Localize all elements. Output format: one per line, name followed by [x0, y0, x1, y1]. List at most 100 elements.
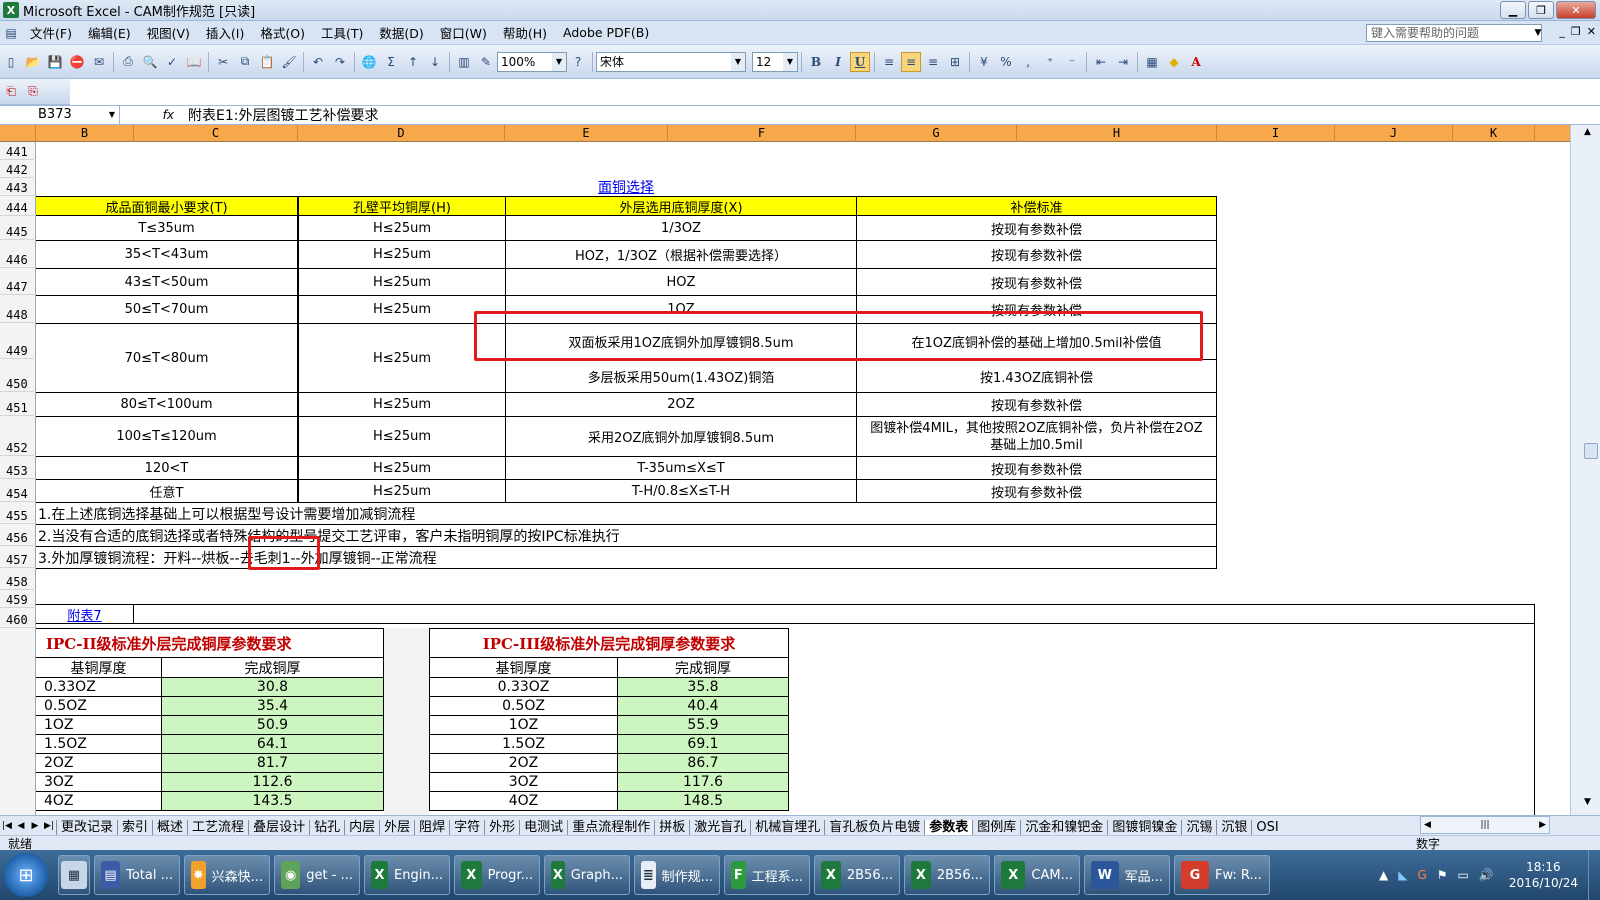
chevron-down-icon[interactable]: ▼	[783, 52, 797, 71]
increase-decimal-icon[interactable]: ⁺	[1040, 52, 1060, 72]
table-cell[interactable]: 1OZ	[505, 295, 857, 324]
table-cell[interactable]: 80≤T<100um	[36, 392, 298, 417]
ipc3-base-copper-cell[interactable]: 3OZ	[429, 772, 618, 792]
menu-format[interactable]: 格式(O)	[252, 23, 313, 42]
ipc3-finished-copper-cell[interactable]: 148.5	[617, 791, 789, 811]
taskbar-item[interactable]: G Fw: R...	[1174, 855, 1270, 895]
ipc3-base-copper-cell[interactable]: 4OZ	[429, 791, 618, 811]
underline-icon[interactable]: U	[850, 51, 870, 72]
sheet-tab[interactable]: 钻孔	[309, 820, 345, 835]
taskbar-item[interactable]: ▤ Total ...	[94, 855, 180, 895]
ipc2-base-copper-cell[interactable]: 2OZ	[36, 753, 162, 773]
ipc2-base-copper-cell[interactable]: 0.33OZ	[36, 677, 162, 697]
note-line[interactable]: 2.当没有合适的底铜选择或者特殊结构的型号提交工艺评审，客户未指明铜厚的按IPC…	[36, 524, 1217, 547]
row-header[interactable]: 456	[0, 524, 36, 546]
table-cell[interactable]: H≤25um	[298, 456, 506, 480]
taskbar-item[interactable]: X Engin...	[364, 855, 450, 895]
menu-edit[interactable]: 编辑(E)	[80, 23, 139, 42]
menu-insert[interactable]: 插入(I)	[198, 23, 252, 42]
open-icon[interactable]: 📂	[23, 52, 43, 72]
ipc3-base-copper-cell[interactable]: 2OZ	[429, 753, 618, 773]
last-sheet-icon[interactable]: ▶|	[42, 821, 56, 831]
chevron-down-icon[interactable]: ▼	[552, 52, 566, 71]
menu-data[interactable]: 数据(D)	[371, 23, 431, 42]
table-cell[interactable]: 按现有参数补偿	[856, 392, 1217, 417]
font-size-select[interactable]: 12 ▼	[752, 51, 798, 72]
scroll-thumb[interactable]	[1584, 443, 1598, 459]
scroll-right-icon[interactable]: ▶	[1539, 820, 1546, 830]
table-cell[interactable]: 在1OZ底铜补偿的基础上增加0.5mil补偿值	[856, 323, 1217, 360]
security-icon[interactable]: G	[1417, 868, 1426, 882]
ipc3-base-copper-cell[interactable]: 0.5OZ	[429, 696, 618, 716]
sheet-tab[interactable]: 内层	[344, 820, 380, 835]
table-cell[interactable]: 120<T	[36, 456, 298, 480]
chevron-down-icon[interactable]: ▼	[731, 52, 745, 71]
copy-icon[interactable]: ⧉	[235, 52, 255, 72]
taskbar-item[interactable]: ◉ get - ...	[274, 855, 360, 895]
chart-wizard-icon[interactable]: ▥	[454, 52, 474, 72]
ipc3-finished-copper-cell[interactable]: 69.1	[617, 734, 789, 754]
restore-button[interactable]: ❐	[1528, 1, 1554, 19]
bold-icon[interactable]: B	[806, 52, 826, 72]
column-header-d[interactable]: D	[298, 125, 505, 142]
sheet-tab[interactable]: 沉银	[1216, 820, 1252, 835]
sheet-tab[interactable]: 外形	[484, 820, 520, 835]
ipc2-base-copper-cell[interactable]: 4OZ	[36, 791, 162, 811]
table-cell[interactable]: 35<T<43um	[36, 240, 298, 269]
excel-doc-icon[interactable]: ▤	[1, 23, 21, 43]
table-title-link[interactable]: 面铜选择	[506, 178, 746, 196]
ipc2-base-copper-cell[interactable]: 3OZ	[36, 772, 162, 792]
row-header[interactable]: 448	[0, 295, 36, 323]
format-painter-icon[interactable]: 🖌	[279, 52, 299, 72]
taskbar-item[interactable]: X 2B56...	[904, 855, 990, 895]
sheet-tab[interactable]: 外层	[379, 820, 415, 835]
sheet-tab[interactable]: 图镀铜镍金	[1107, 820, 1182, 835]
email-icon[interactable]: ✉	[89, 52, 109, 72]
taskbar-item[interactable]: ✸ 兴森快...	[184, 855, 270, 895]
autosum-icon[interactable]: Σ	[381, 52, 401, 72]
row-header[interactable]: 441	[0, 142, 36, 160]
ipc3-finished-copper-cell[interactable]: 117.6	[617, 772, 789, 792]
percent-icon[interactable]: %	[996, 52, 1016, 72]
next-sheet-icon[interactable]: ▶	[28, 821, 42, 831]
ipc2-finished-copper-cell[interactable]: 30.8	[161, 677, 384, 697]
table-cell[interactable]: 采用2OZ底铜外加厚镀铜8.5um	[505, 416, 857, 457]
redo-icon[interactable]: ↷	[330, 52, 350, 72]
table-cell[interactable]: 43≤T<50um	[36, 268, 298, 296]
chevron-down-icon[interactable]: ▼	[109, 106, 115, 124]
paste-icon[interactable]: 📋	[257, 52, 277, 72]
ipc2-finished-copper-cell[interactable]: 143.5	[161, 791, 384, 811]
fx-icon[interactable]: fx	[120, 108, 180, 122]
taskbar-item[interactable]: X 2B56...	[814, 855, 900, 895]
table-cell[interactable]: T-H/0.8≤X≤T-H	[505, 479, 857, 503]
sheet-tab[interactable]: 重点流程制作	[567, 820, 655, 835]
column-header-h[interactable]: H	[1017, 125, 1217, 142]
network-app-icon[interactable]: ◣	[1398, 868, 1407, 882]
scroll-left-icon[interactable]: ◀	[1424, 820, 1431, 830]
save-icon[interactable]: 💾	[45, 52, 65, 72]
row-header[interactable]: 451	[0, 392, 36, 416]
clock[interactable]: 18:16 2016/10/24	[1499, 859, 1588, 891]
convert-to-pdf-icon[interactable]: ⎗	[1, 82, 21, 102]
menu-window[interactable]: 窗口(W)	[432, 23, 495, 42]
row-header[interactable]: 443	[0, 178, 36, 196]
taskbar-item[interactable]: ≣ 制作规...	[634, 855, 720, 895]
note-line[interactable]: 3.外加厚镀铜流程：开料--烘板--去毛刺1--外加厚镀铜--正常流程	[36, 546, 1217, 569]
volume-icon[interactable]: 🔊	[1479, 868, 1494, 882]
action-center-icon[interactable]: ⚑	[1437, 868, 1448, 882]
table-cell[interactable]: H≤25um	[298, 295, 506, 324]
help-dropdown-icon[interactable]: ▼	[1532, 24, 1544, 42]
sheet-tab[interactable]: 阻焊	[414, 820, 450, 835]
table-cell[interactable]	[133, 604, 1535, 624]
worksheet[interactable]: 面铜选择 成品面铜最小要求(T) 孔壁平均铜厚(H) 外层选用底铜厚度(X) 补…	[36, 142, 1570, 815]
show-desktop-button[interactable]	[1588, 850, 1600, 900]
menu-file[interactable]: 文件(F)	[22, 23, 80, 42]
ipc2-base-copper-cell[interactable]: 1OZ	[36, 715, 162, 735]
table-cell[interactable]: 按现有参数补偿	[856, 215, 1217, 241]
row-header[interactable]: 452	[0, 416, 36, 456]
align-left-icon[interactable]: ≡	[879, 52, 899, 72]
scroll-down-icon[interactable]: ▼	[1584, 797, 1591, 807]
menu-help[interactable]: 帮助(H)	[495, 23, 555, 42]
menu-tools[interactable]: 工具(T)	[313, 23, 371, 42]
row-header[interactable]: 446	[0, 240, 36, 268]
